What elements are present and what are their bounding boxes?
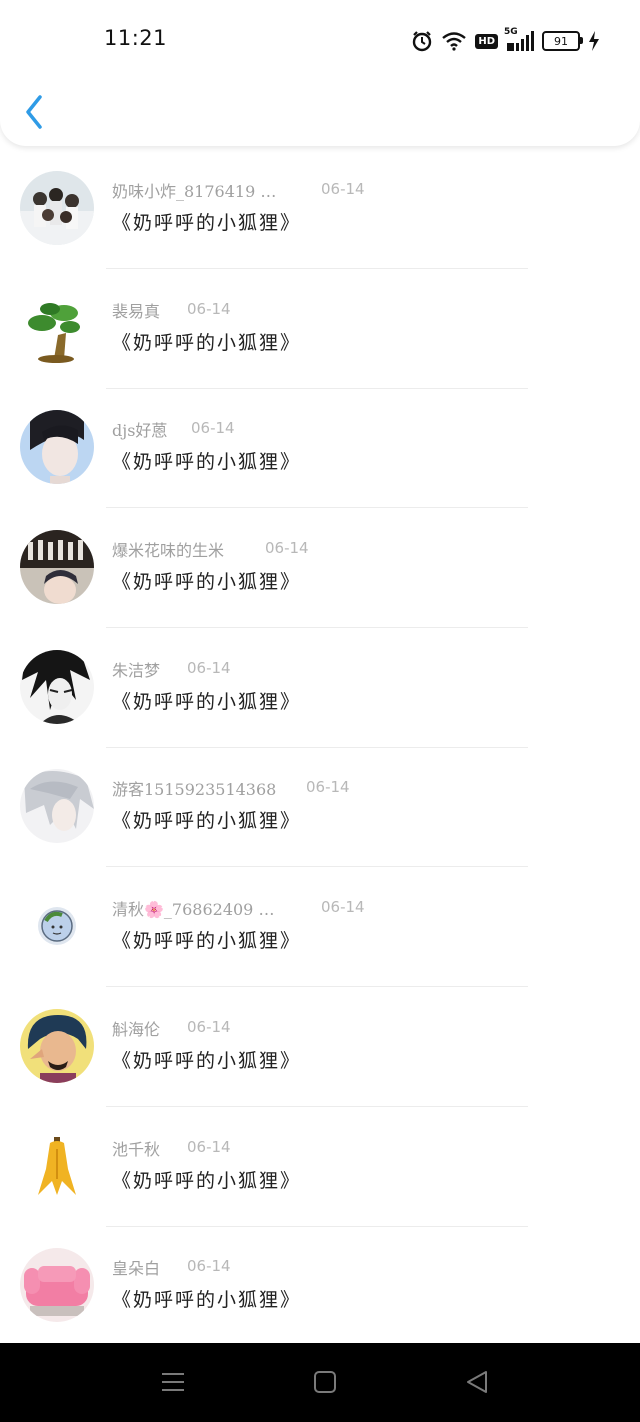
home-square-icon bbox=[314, 1371, 336, 1393]
list-item[interactable]: 奶味小炸_8176419 … 06-14 《奶呼呼的小狐狸》 bbox=[0, 150, 640, 270]
work-title[interactable]: 《奶呼呼的小狐狸》 bbox=[112, 567, 301, 594]
date: 06-14 bbox=[265, 539, 309, 558]
work-title[interactable]: 《奶呼呼的小狐狸》 bbox=[112, 926, 301, 953]
avatar[interactable] bbox=[20, 1248, 94, 1323]
username: djs好蒽 bbox=[112, 421, 168, 441]
username: 裴易真 bbox=[112, 301, 161, 321]
network-label: 5G bbox=[504, 27, 518, 37]
header: 11:21 HD 5G 91 bbox=[0, 0, 640, 146]
username: 皇朵白 bbox=[112, 1259, 161, 1279]
status-icons: HD 5G 91 bbox=[411, 27, 600, 55]
avatar[interactable] bbox=[20, 410, 94, 485]
hd-badge: HD bbox=[475, 33, 498, 49]
date: 06-14 bbox=[187, 658, 231, 677]
work-title[interactable]: 《奶呼呼的小狐狸》 bbox=[112, 806, 301, 833]
work-title[interactable]: 《奶呼呼的小狐狸》 bbox=[112, 328, 301, 355]
avatar[interactable] bbox=[20, 530, 94, 605]
avatar[interactable] bbox=[20, 290, 94, 365]
avatar[interactable] bbox=[20, 1008, 94, 1083]
menu-icon bbox=[162, 1373, 184, 1391]
username: 游客1515923514368 bbox=[112, 780, 277, 800]
username: 奶味小炸_8176419 … bbox=[112, 182, 277, 201]
date: 06-14 bbox=[306, 778, 350, 797]
comment-list: 奶味小炸_8176419 … 06-14 《奶呼呼的小狐狸》 裴易真 06-14… bbox=[0, 150, 640, 1347]
list-item[interactable]: 清秋🌸_76862409 … 06-14 《奶呼呼的小狐狸》 bbox=[0, 868, 640, 988]
list-item[interactable]: 爆米花味的生米 06-14 《奶呼呼的小狐狸》 bbox=[0, 509, 640, 629]
list-item[interactable]: 游客1515923514368 06-14 《奶呼呼的小狐狸》 bbox=[0, 748, 640, 868]
avatar[interactable] bbox=[20, 171, 94, 245]
home-button[interactable] bbox=[310, 1367, 340, 1397]
battery-indicator: 91 bbox=[542, 31, 583, 51]
back-triangle-icon bbox=[467, 1371, 487, 1393]
username: 斛海伦 bbox=[112, 1019, 161, 1039]
username: 清秋🌸_76862409 … bbox=[112, 900, 275, 920]
status-time: 11:21 bbox=[104, 26, 168, 50]
username: 池千秋 bbox=[112, 1139, 161, 1159]
date: 06-14 bbox=[187, 1257, 231, 1276]
back-button[interactable] bbox=[20, 92, 50, 132]
menu-button[interactable] bbox=[158, 1367, 188, 1397]
wifi-icon bbox=[441, 31, 467, 51]
work-title[interactable]: 《奶呼呼的小狐狸》 bbox=[112, 447, 301, 474]
avatar[interactable] bbox=[20, 889, 94, 964]
work-title[interactable]: 《奶呼呼的小狐狸》 bbox=[112, 1046, 301, 1073]
list-item[interactable]: 池千秋 06-14 《奶呼呼的小狐狸》 bbox=[0, 1108, 640, 1228]
avatar[interactable] bbox=[20, 649, 94, 724]
work-title[interactable]: 《奶呼呼的小狐狸》 bbox=[112, 687, 301, 714]
date: 06-14 bbox=[191, 419, 235, 438]
date: 06-14 bbox=[321, 180, 365, 198]
username: 朱洁梦 bbox=[112, 660, 161, 680]
list-item[interactable]: djs好蒽 06-14 《奶呼呼的小狐狸》 bbox=[0, 389, 640, 509]
username: 爆米花味的生米 bbox=[112, 541, 225, 561]
list-item[interactable]: 裴易真 06-14 《奶呼呼的小狐狸》 bbox=[0, 270, 640, 390]
list-item[interactable]: 皇朵白 06-14 《奶呼呼的小狐狸》 bbox=[0, 1227, 640, 1347]
chevron-left-icon bbox=[26, 95, 42, 129]
work-title[interactable]: 《奶呼呼的小狐狸》 bbox=[112, 1166, 301, 1193]
back-nav-button[interactable] bbox=[462, 1367, 492, 1397]
date: 06-14 bbox=[187, 299, 231, 318]
lightning-icon bbox=[588, 31, 600, 51]
work-title[interactable]: 《奶呼呼的小狐狸》 bbox=[112, 1285, 301, 1312]
avatar[interactable] bbox=[20, 1128, 94, 1203]
work-title[interactable]: 《奶呼呼的小狐狸》 bbox=[112, 208, 301, 235]
list-item[interactable]: 斛海伦 06-14 《奶呼呼的小狐狸》 bbox=[0, 988, 640, 1108]
list-item[interactable]: 朱洁梦 06-14 《奶呼呼的小狐狸》 bbox=[0, 629, 640, 749]
date: 06-14 bbox=[321, 898, 365, 917]
battery-level: 91 bbox=[554, 34, 568, 48]
date: 06-14 bbox=[187, 1137, 231, 1156]
signal-icon: 5G bbox=[504, 27, 534, 52]
alarm-icon bbox=[411, 30, 433, 52]
date: 06-14 bbox=[187, 1017, 231, 1036]
avatar[interactable] bbox=[20, 769, 94, 844]
navigation-bar bbox=[0, 1343, 640, 1422]
